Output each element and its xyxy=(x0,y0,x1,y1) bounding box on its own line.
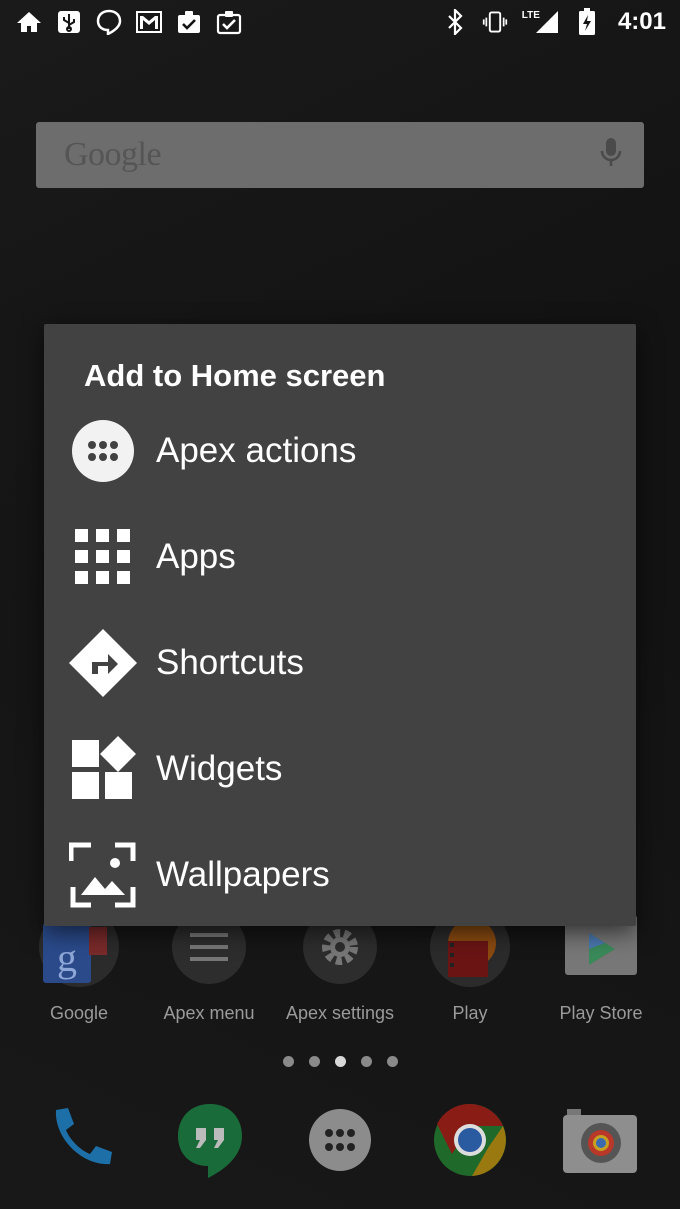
app-drawer-icon[interactable] xyxy=(300,1100,380,1180)
option-label: Apex actions xyxy=(156,431,357,470)
chrome-icon[interactable] xyxy=(430,1100,510,1180)
option-wallpapers[interactable]: Wallpapers xyxy=(44,822,636,928)
hotseat xyxy=(0,1100,680,1190)
page-dot xyxy=(386,1056,398,1067)
app-google[interactable]: g Google xyxy=(14,907,144,1024)
clock: 4:01 xyxy=(617,8,666,35)
widgets-icon xyxy=(68,734,138,804)
apps-grid-icon xyxy=(68,522,138,592)
app-label: Google xyxy=(49,1003,109,1023)
app-label: Apex menu xyxy=(163,1003,255,1023)
option-label: Apps xyxy=(156,537,236,576)
app-label: Play xyxy=(452,1003,488,1023)
option-apex-actions[interactable]: Apex actions xyxy=(44,398,636,504)
app-label: Apex settings xyxy=(285,1003,395,1023)
task-check-icon xyxy=(176,9,202,35)
network-type: LTE xyxy=(521,9,540,21)
status-bar: LTE 4:01 xyxy=(0,0,680,44)
page-dot xyxy=(360,1056,372,1067)
home-icon xyxy=(16,9,42,35)
page-dot xyxy=(308,1056,320,1067)
page-indicator xyxy=(0,1056,680,1067)
hangouts-icon[interactable] xyxy=(170,1100,250,1180)
mic-icon[interactable] xyxy=(600,137,622,174)
usb-icon xyxy=(56,9,82,35)
phone-icon[interactable] xyxy=(40,1100,120,1180)
app-label: Play Store xyxy=(559,1003,643,1023)
google-search-bar[interactable]: Google xyxy=(36,122,644,188)
app-play-store[interactable]: Play Store xyxy=(536,915,666,1024)
option-label: Shortcuts xyxy=(156,643,304,682)
option-label: Widgets xyxy=(156,749,283,788)
apex-actions-icon xyxy=(68,416,138,486)
shortcut-arrow-icon xyxy=(68,628,138,698)
vibrate-icon xyxy=(482,9,508,35)
camera-icon[interactable] xyxy=(560,1100,640,1180)
wallpaper-icon xyxy=(68,840,138,910)
task-check-icon xyxy=(216,9,242,35)
app-apex-settings[interactable]: Apex settings xyxy=(275,910,405,1024)
option-apps[interactable]: Apps xyxy=(44,504,636,610)
option-label: Wallpapers xyxy=(156,855,330,894)
hangouts-icon xyxy=(96,9,122,35)
home-app-row: g Google Apex menu Apex settings Play Pl… xyxy=(0,907,680,1030)
page-dot xyxy=(282,1056,294,1067)
gmail-icon xyxy=(136,9,162,35)
dialog-title: Add to Home screen xyxy=(84,358,386,393)
bluetooth-icon xyxy=(442,9,468,35)
svg-text:g: g xyxy=(57,935,77,980)
option-shortcuts[interactable]: Shortcuts xyxy=(44,610,636,716)
battery-icon xyxy=(574,8,600,35)
option-widgets[interactable]: Widgets xyxy=(44,716,636,822)
app-apex-menu[interactable]: Apex menu xyxy=(144,910,274,1024)
page-dot-active xyxy=(334,1056,346,1067)
app-play[interactable]: Play xyxy=(405,907,535,1024)
add-to-home-dialog: Add to Home screen Apex actions Apps Sho… xyxy=(44,324,636,926)
google-logo: Google xyxy=(64,136,162,173)
